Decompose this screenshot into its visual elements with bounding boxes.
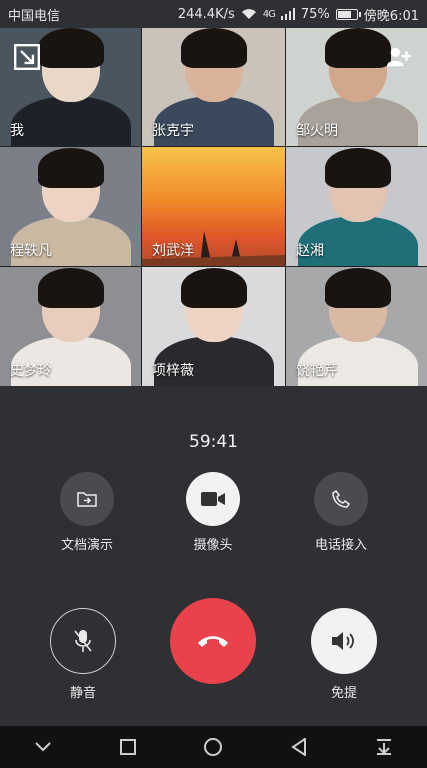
participant-tile[interactable]: 项梓薇 [142,267,285,386]
participant-tile[interactable]: 史梦玲 [0,267,141,386]
mute-label: 静音 [69,686,96,701]
speaker-label: 免提 [330,686,357,701]
participant-tile[interactable]: 程轶凡 [0,147,141,266]
participant-name: 赵湘 [296,243,324,259]
camera-label: 摄像头 [193,538,233,553]
participant-name: 邹火明 [296,123,338,139]
participant-tile[interactable]: 刘武洋 [142,147,285,266]
mute-button[interactable]: 静音 [48,608,118,701]
carrier-label: 中国电信 [8,8,61,24]
microphone-muted-icon [50,608,116,674]
battery-icon [335,8,361,20]
recent-apps-icon[interactable] [108,727,148,767]
collapse-nav-icon[interactable] [23,727,63,767]
cell-signal-icon [280,8,295,20]
add-member-icon[interactable] [386,44,412,70]
participant-name: 项梓薇 [152,363,194,379]
participant-name: 我 [10,123,24,139]
minimize-window-icon[interactable] [14,44,40,70]
share-doc-label: 文档演示 [60,538,113,553]
signal-type: 4G [262,8,276,20]
speaker-button[interactable]: 免提 [309,608,379,701]
hang-up-button[interactable] [170,598,256,684]
camera-button[interactable]: 摄像头 [178,472,248,553]
participant-tile[interactable]: 饶艳芹 [286,267,427,386]
status-indicators: 244.4K/s 4G 75% 傍晚6:01 [178,5,419,24]
video-camera-icon [186,472,240,526]
share-screen-icon [60,472,114,526]
participant-tile[interactable]: 赵湘 [286,147,427,266]
status-bar: 中国电信 244.4K/s 4G 75% 傍晚6:01 [0,0,427,28]
network-speed: 244.4K/s [177,6,235,22]
participant-tile[interactable]: 张克宇 [142,28,285,146]
hang-up-icon [170,598,256,684]
share-doc-button[interactable]: 文档演示 [52,472,122,553]
system-nav-bar [0,726,427,768]
speaker-icon [311,608,377,674]
battery-percent: 75% [300,6,330,22]
notification-pull-icon[interactable] [364,727,404,767]
participant-name: 饶艳芹 [296,363,338,379]
call-timer: 59:41 [189,432,238,452]
wifi-icon [241,9,256,19]
back-icon[interactable] [279,727,319,767]
video-grid: 我 张克宇 邹火明程轶凡 刘武洋 赵湘史梦玲 项梓薇 饶艳芹 [0,28,427,386]
participant-name: 张克宇 [152,123,194,139]
participant-name: 程轶凡 [10,243,52,259]
participant-name: 刘武洋 [152,243,194,259]
home-icon[interactable] [193,727,233,767]
phone-in-label: 电话接入 [314,538,367,553]
participant-name: 史梦玲 [10,363,52,379]
phone-icon [314,472,368,526]
clock: 傍晚6:01 [363,8,419,24]
phone-in-button[interactable]: 电话接入 [306,472,376,553]
